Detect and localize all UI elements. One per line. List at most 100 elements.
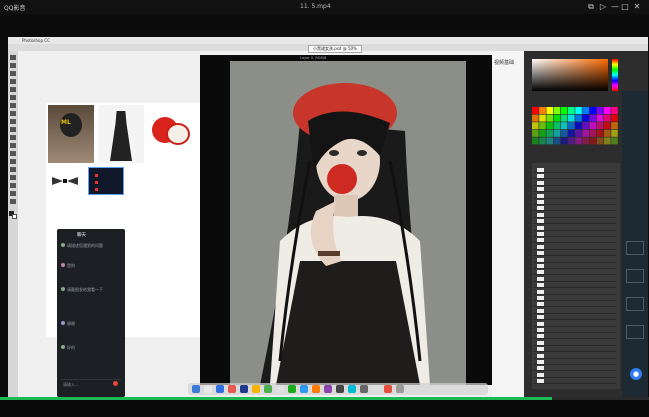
color-swatch[interactable] bbox=[611, 122, 618, 130]
layer-row[interactable] bbox=[534, 327, 616, 333]
layer-row[interactable] bbox=[534, 282, 616, 289]
heal-tool-icon[interactable] bbox=[10, 103, 16, 108]
layer-row[interactable] bbox=[534, 205, 616, 212]
layer-row[interactable] bbox=[534, 269, 616, 276]
path-tool-icon[interactable] bbox=[10, 175, 16, 180]
layer-row[interactable] bbox=[534, 314, 616, 321]
layer-row[interactable] bbox=[534, 218, 616, 225]
color-swatch[interactable] bbox=[546, 114, 553, 122]
color-swatch[interactable] bbox=[582, 107, 589, 114]
layer-row[interactable] bbox=[534, 276, 616, 282]
color-swatch[interactable] bbox=[604, 114, 611, 122]
app-icon[interactable] bbox=[372, 385, 380, 393]
pen-tool-icon[interactable] bbox=[10, 159, 16, 164]
blur-tool-icon[interactable] bbox=[10, 143, 16, 148]
chat-bubble-icon[interactable]: ● bbox=[630, 368, 642, 380]
color-swatch[interactable] bbox=[575, 122, 582, 130]
layer-row[interactable] bbox=[534, 231, 616, 237]
color-swatch[interactable] bbox=[560, 107, 568, 114]
chat-input[interactable]: 请输入... bbox=[61, 379, 121, 387]
layer-row[interactable] bbox=[534, 263, 616, 269]
color-swatch[interactable] bbox=[553, 129, 561, 137]
color-swatch[interactable] bbox=[596, 107, 604, 114]
reference-thumbnail[interactable] bbox=[88, 167, 124, 195]
layer-row[interactable] bbox=[534, 237, 616, 244]
color-swatch[interactable] bbox=[546, 122, 553, 130]
wechat-icon[interactable] bbox=[288, 385, 296, 393]
layer-row[interactable] bbox=[534, 365, 616, 372]
color-swatch[interactable] bbox=[575, 107, 582, 114]
app-icon[interactable] bbox=[300, 385, 308, 393]
move-tool-icon[interactable] bbox=[10, 55, 16, 60]
layer-row[interactable] bbox=[534, 308, 616, 314]
color-swatch[interactable] bbox=[596, 114, 604, 122]
layer-row[interactable] bbox=[534, 378, 616, 385]
color-swatch[interactable] bbox=[611, 114, 618, 122]
color-swatch[interactable] bbox=[568, 122, 575, 130]
layer-row[interactable] bbox=[534, 250, 616, 257]
color-swatch[interactable] bbox=[553, 137, 561, 145]
color-swatch[interactable] bbox=[560, 137, 568, 145]
shape-tool-icon[interactable] bbox=[10, 183, 16, 188]
color-swatch[interactable] bbox=[539, 114, 546, 122]
color-swatch[interactable] bbox=[575, 114, 582, 122]
layer-row[interactable] bbox=[534, 359, 616, 365]
color-swatch[interactable] bbox=[539, 107, 546, 114]
color-swatch[interactable] bbox=[589, 122, 597, 130]
color-swatch[interactable] bbox=[611, 129, 618, 137]
layer-row[interactable] bbox=[534, 346, 616, 353]
lasso-tool-icon[interactable] bbox=[10, 71, 16, 76]
color-swatch[interactable] bbox=[604, 122, 611, 130]
color-swatch[interactable] bbox=[611, 107, 618, 114]
layer-row[interactable] bbox=[534, 353, 616, 359]
eyedropper-tool-icon[interactable] bbox=[10, 95, 16, 100]
layer-row[interactable] bbox=[534, 372, 616, 378]
color-swatch[interactable] bbox=[575, 137, 582, 145]
layer-row[interactable] bbox=[534, 193, 616, 199]
layer-row[interactable] bbox=[534, 173, 616, 180]
minimize-icon[interactable]: — bbox=[610, 2, 620, 12]
color-swatch[interactable] bbox=[532, 122, 539, 130]
color-swatch[interactable] bbox=[589, 114, 597, 122]
color-swatch[interactable] bbox=[568, 107, 575, 114]
swatches-panel[interactable] bbox=[532, 107, 620, 147]
color-swatch[interactable] bbox=[596, 137, 604, 145]
color-swatch[interactable] bbox=[553, 114, 561, 122]
close-icon[interactable]: ✕ bbox=[632, 2, 642, 12]
color-swatch[interactable] bbox=[553, 122, 561, 130]
layer-row[interactable] bbox=[534, 167, 616, 173]
color-swatch[interactable] bbox=[575, 129, 582, 137]
zoom-tool-icon[interactable] bbox=[10, 199, 16, 204]
color-swatch[interactable] bbox=[546, 129, 553, 137]
stamp-tool-icon[interactable] bbox=[10, 119, 16, 124]
app-icon[interactable] bbox=[324, 385, 332, 393]
background-color-swatch[interactable] bbox=[12, 214, 17, 219]
marquee-tool-icon[interactable] bbox=[10, 63, 16, 68]
layer-row[interactable] bbox=[534, 301, 616, 308]
mini-mode-icon[interactable]: ⧉ bbox=[586, 2, 596, 12]
color-swatch[interactable] bbox=[604, 137, 611, 145]
finder-icon[interactable] bbox=[192, 385, 200, 393]
color-swatch[interactable] bbox=[539, 129, 546, 137]
color-swatch[interactable] bbox=[568, 137, 575, 145]
chrome-icon[interactable] bbox=[276, 385, 284, 393]
color-swatch[interactable] bbox=[546, 137, 553, 145]
safari-icon[interactable] bbox=[216, 385, 224, 393]
layer-row[interactable] bbox=[534, 340, 616, 346]
gradient-tool-icon[interactable] bbox=[10, 135, 16, 140]
send-icon[interactable] bbox=[113, 381, 118, 386]
type-tool-icon[interactable] bbox=[10, 167, 16, 172]
color-swatch[interactable] bbox=[546, 107, 553, 114]
photoshop-icon[interactable] bbox=[240, 385, 248, 393]
brush-tool-icon[interactable] bbox=[10, 111, 16, 116]
layer-row[interactable] bbox=[534, 244, 616, 250]
trash-icon[interactable] bbox=[396, 385, 404, 393]
layer-row[interactable] bbox=[534, 333, 616, 340]
color-swatch[interactable] bbox=[532, 107, 539, 114]
color-swatch[interactable] bbox=[539, 122, 546, 130]
app-icon[interactable] bbox=[384, 385, 392, 393]
layer-row[interactable] bbox=[534, 295, 616, 301]
color-swatch[interactable] bbox=[604, 107, 611, 114]
layer-row[interactable] bbox=[534, 225, 616, 231]
app-icon[interactable] bbox=[312, 385, 320, 393]
